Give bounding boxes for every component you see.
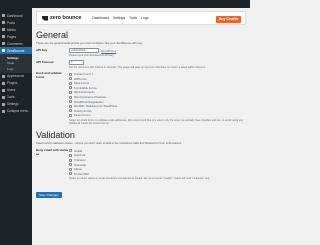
hook-forms-label: Hook and validate forms <box>36 71 62 79</box>
get-api-key-link[interactable]: Get API Key <box>101 49 116 53</box>
media-icon <box>2 28 5 31</box>
sidebar-item-pages[interactable]: Pages <box>0 33 32 40</box>
checkbox-icon[interactable] <box>69 113 72 117</box>
sidebar-item-appearance[interactable]: Appearance <box>0 73 32 80</box>
nav-settings[interactable]: Settings <box>113 16 125 20</box>
hook-forms-row: Hook and validate forms Contact Form 7 W… <box>36 72 246 125</box>
collapse-icon <box>2 109 5 113</box>
checkbox-icon[interactable] <box>69 153 72 157</box>
sidebar-item-zerobounce[interactable]: ZeroBounce <box>0 47 32 54</box>
main-content: zero bounce Dashboard Settings Tools Log… <box>32 8 250 245</box>
brand-logo-text: zero bounce <box>50 15 82 21</box>
checkbox-icon[interactable] <box>69 77 72 81</box>
deny-status-help: Select on which status an email should b… <box>69 177 211 181</box>
deny-status-label: Deny email with status as <box>36 148 69 156</box>
checkbox-icon[interactable] <box>69 100 72 104</box>
sidebar-item-users[interactable]: Users <box>0 87 32 94</box>
settings-icon <box>2 102 5 106</box>
validation-description: Select which validation status – where y… <box>36 141 183 146</box>
sidebar-item-settings[interactable]: Settings <box>0 101 32 108</box>
checkbox-icon[interactable] <box>69 109 72 113</box>
checkbox-icon[interactable] <box>69 172 72 176</box>
deny-status-row: Deny email with status as Invalid Catch-… <box>36 148 246 181</box>
deny-status-list: Invalid Catch-all Unknown Spamtrap Abuse… <box>69 149 246 177</box>
nav-logs[interactable]: Logs <box>141 16 148 20</box>
sidebar-item-dashboard[interactable]: Dashboard <box>0 12 32 19</box>
api-key-row: API Key a1b2c3d4e5... Get API Key Please … <box>36 48 246 57</box>
save-changes-button[interactable]: Save Changes <box>36 191 62 198</box>
user-icon <box>2 88 5 92</box>
page-icon <box>2 35 5 38</box>
admin-sidebar: Dashboard Posts Media Pages Comments Zer… <box>0 8 32 245</box>
zerobounce-icon <box>2 49 5 52</box>
checkbox-icon[interactable] <box>69 72 72 76</box>
checkbox-icon[interactable] <box>69 90 72 94</box>
api-timeout-label: API Timeout <box>36 59 54 64</box>
buy-credits-button[interactable]: Buy Credits <box>215 15 241 23</box>
checkbox-icon[interactable] <box>69 95 72 99</box>
zerobounce-submenu: Settings Tools Logs <box>0 54 32 73</box>
checkbox-icon[interactable] <box>69 163 72 167</box>
admin-bar <box>0 0 250 8</box>
pin-icon <box>2 21 5 24</box>
checkbox-icon[interactable] <box>69 81 72 85</box>
plugin-topbar: zero bounce Dashboard Settings Tools Log… <box>36 11 246 25</box>
status-checkbox[interactable]: Do Not Mail <box>69 172 246 177</box>
api-key-input[interactable]: a1b2c3d4e5... <box>69 48 99 54</box>
wp-admin-frame: Dashboard Posts Media Pages Comments Zer… <box>0 0 250 245</box>
dashboard-icon <box>2 14 5 17</box>
comment-icon <box>2 42 5 45</box>
checkbox-icon[interactable] <box>69 149 72 153</box>
api-key-help: Please input your ZeroBounce API key. <box>69 54 114 58</box>
hook-forms-help: Select on which forms to validate email … <box>69 118 244 125</box>
sidebar-item-comments[interactable]: Comments <box>0 40 32 47</box>
hook-forms-list: Contact Form 7 WPForms Ninja Forms Formi… <box>69 72 246 118</box>
plugin-icon <box>2 81 5 85</box>
general-description: These are the general settings that you … <box>36 41 143 45</box>
submenu-item-logs[interactable]: Logs <box>0 66 32 72</box>
brush-icon <box>2 74 5 78</box>
api-timeout-help: Set the maximum API timeout in seconds. … <box>69 66 206 70</box>
sidebar-item-plugins[interactable]: Plugins <box>0 80 32 87</box>
wrench-icon <box>2 95 5 99</box>
checkbox-icon[interactable] <box>69 167 72 171</box>
validation-heading: Validation <box>36 130 75 141</box>
sidebar-item-tools[interactable]: Tools <box>0 94 32 101</box>
checkbox-icon[interactable] <box>69 86 72 90</box>
nav-tools[interactable]: Tools <box>129 16 137 20</box>
zerobounce-logo-icon <box>42 15 48 21</box>
api-timeout-row: API Timeout 5 Set the maximum API timeou… <box>36 60 246 69</box>
sidebar-item-posts[interactable]: Posts <box>0 19 32 26</box>
checkbox-icon[interactable] <box>69 104 72 108</box>
nav-dashboard[interactable]: Dashboard <box>92 16 109 20</box>
general-heading: General <box>36 30 69 40</box>
api-timeout-input[interactable]: 5 <box>69 60 84 66</box>
sidebar-item-media[interactable]: Media <box>0 26 32 33</box>
hook-checkbox[interactable]: Fluent Forms <box>69 113 246 118</box>
checkbox-icon[interactable] <box>69 158 72 162</box>
sidebar-item-collapse[interactable]: Collapse menu <box>0 108 32 115</box>
api-key-label: API Key <box>36 47 48 52</box>
